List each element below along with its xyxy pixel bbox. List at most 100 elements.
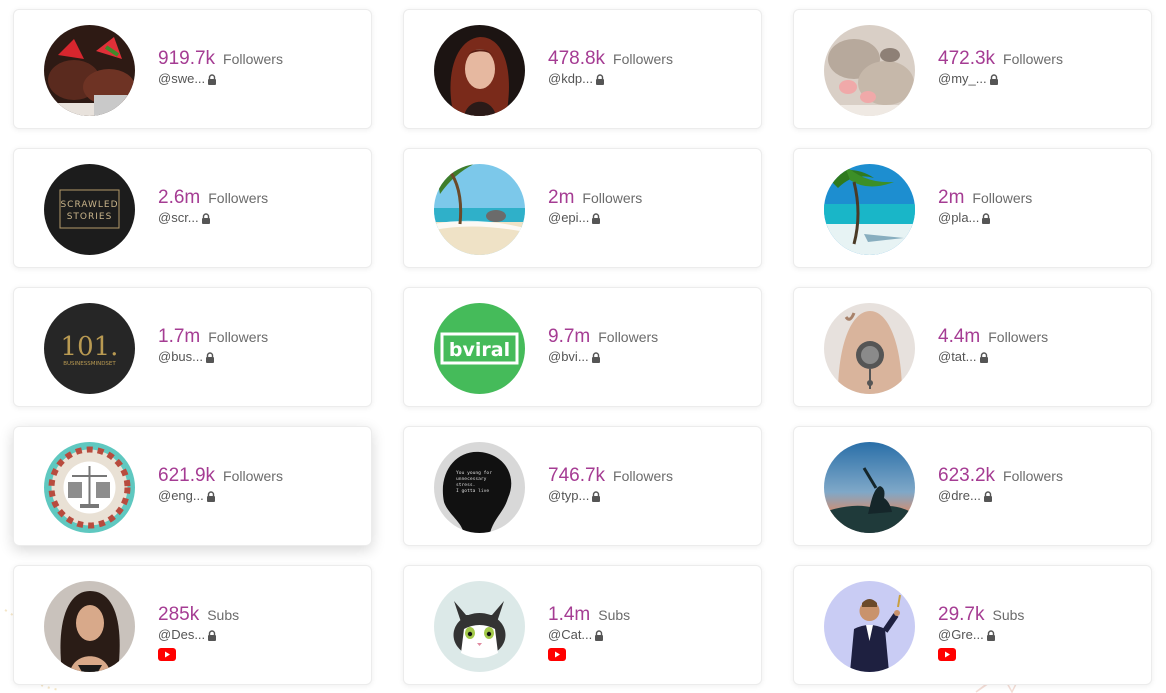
- lock-icon: [205, 351, 215, 363]
- account-handle: @tat...: [938, 349, 977, 364]
- account-handle: @bus...: [158, 349, 203, 364]
- follower-count: 1.7m: [158, 326, 201, 347]
- youtube-icon: [158, 648, 176, 661]
- lock-icon: [986, 629, 996, 641]
- avatar: [434, 164, 525, 255]
- account-handle: @bvi...: [548, 349, 589, 364]
- follower-count: 746.7k: [548, 465, 606, 486]
- follower-label: Followers: [598, 329, 659, 345]
- follower-count: 621.9k: [158, 465, 216, 486]
- follower-label: Followers: [988, 329, 1049, 345]
- avatar: [44, 442, 135, 533]
- quote-text: You young for: [456, 470, 492, 476]
- influencer-card[interactable]: 478.8k Followers @kdp...: [403, 9, 762, 129]
- logo-text: BUSINESSMINDSET: [63, 361, 116, 367]
- avatar: [434, 25, 525, 116]
- follower-label: Followers: [1003, 51, 1063, 67]
- follower-label: Followers: [208, 329, 269, 345]
- account-handle: @dre...: [938, 488, 981, 503]
- influencer-card[interactable]: 285k Subs @Des...: [13, 565, 372, 685]
- lock-icon: [983, 490, 993, 502]
- follower-label: Followers: [972, 190, 1033, 206]
- influencer-card[interactable]: 4.4m Followers @tat...: [793, 287, 1152, 407]
- follower-count: 472.3k: [938, 48, 996, 69]
- avatar: [824, 442, 915, 533]
- scrawled-stories-logo: SCRAWLED STORIES: [44, 164, 135, 255]
- lock-icon: [207, 629, 217, 641]
- palm-beach-photo-image: [824, 164, 915, 255]
- influencer-card[interactable]: 472.3k Followers @my_...: [793, 9, 1152, 129]
- logo-text: SCRAWLED: [60, 200, 118, 210]
- subscriber-count: 285k: [158, 604, 200, 625]
- lock-icon: [206, 490, 216, 502]
- avatar: [824, 581, 915, 672]
- follower-count: 2.6m: [158, 187, 201, 208]
- account-handle: @my_...: [938, 71, 987, 86]
- influencer-card[interactable]: bviral 9.7m Followers @bvi...: [403, 287, 762, 407]
- follower-label: Followers: [223, 468, 283, 484]
- beach-photo-image: [434, 164, 525, 255]
- avatar: [44, 581, 135, 672]
- follower-label: Followers: [1003, 468, 1063, 484]
- follower-count: 919.7k: [158, 48, 216, 69]
- subscriber-label: Subs: [598, 607, 631, 623]
- youtube-icon: [938, 648, 956, 661]
- account-handle: @pla...: [938, 210, 980, 225]
- dessert-photo-image: [44, 25, 135, 116]
- follower-count: 2m: [938, 187, 965, 208]
- influencer-card[interactable]: 919.7k Followers @swe...: [13, 9, 372, 129]
- influencer-card[interactable]: 2m Followers @pla...: [793, 148, 1152, 268]
- man-in-suit-image: [824, 581, 915, 672]
- avatar: You young for unnecessary stress. I gott…: [434, 442, 525, 533]
- follower-label: Followers: [582, 190, 643, 206]
- business-mindset-logo: 101. BUSINESSMINDSET: [44, 303, 135, 394]
- subscriber-count: 1.4m: [548, 604, 591, 625]
- subscriber-count: 29.7k: [938, 604, 985, 625]
- woman-portrait-image: [44, 581, 135, 672]
- avatar: [824, 25, 915, 116]
- lock-icon: [981, 212, 991, 224]
- influencer-card[interactable]: SCRAWLED STORIES 2.6m Followers @scr...: [13, 148, 372, 268]
- logo-text: 101.: [61, 332, 119, 362]
- follower-count: 9.7m: [548, 326, 591, 347]
- channel-handle: @Des...: [158, 627, 206, 642]
- channel-handle: @Cat...: [548, 627, 593, 642]
- lock-icon: [591, 212, 601, 224]
- follower-count: 4.4m: [938, 326, 981, 347]
- influencer-card[interactable]: 2m Followers @epi...: [403, 148, 762, 268]
- influencer-card[interactable]: 101. BUSINESSMINDSET 1.7m Followers @bus.…: [13, 287, 372, 407]
- lock-icon: [591, 351, 601, 363]
- follower-count: 478.8k: [548, 48, 606, 69]
- account-handle: @swe...: [158, 71, 206, 86]
- influencer-card[interactable]: 1.4m Subs @Cat...: [403, 565, 762, 685]
- youtube-icon: [548, 648, 566, 661]
- sky-silhouette-image: [824, 442, 915, 533]
- logo-text: bviral: [449, 339, 510, 361]
- avatar: [824, 303, 915, 394]
- lock-icon: [595, 73, 605, 85]
- quote-text: unnecessary: [456, 477, 487, 482]
- lock-icon: [201, 212, 211, 224]
- follower-label: Followers: [208, 190, 269, 206]
- channel-handle: @Gre...: [938, 627, 984, 642]
- account-handle: @typ...: [548, 488, 590, 503]
- avatar: 101. BUSINESSMINDSET: [44, 303, 135, 394]
- lock-icon: [207, 73, 217, 85]
- influencer-card[interactable]: 621.9k Followers @eng...: [13, 426, 372, 546]
- quote-text: stress.: [456, 482, 475, 488]
- influencer-card[interactable]: You young for unnecessary stress. I gott…: [403, 426, 762, 546]
- account-handle: @eng...: [158, 488, 204, 503]
- account-handle: @epi...: [548, 210, 590, 225]
- lock-icon: [591, 490, 601, 502]
- cartoon-cat-image: [434, 581, 525, 672]
- lock-icon: [979, 351, 989, 363]
- portrait-photo-image: [434, 25, 525, 116]
- influencer-grid: 919.7k Followers @swe... 478.8k Followers …: [0, 0, 1166, 693]
- logo-text: STORIES: [67, 212, 113, 222]
- lock-icon: [989, 73, 999, 85]
- engineering-illustration-image: [44, 442, 135, 533]
- influencer-card[interactable]: 623.2k Followers @dre...: [793, 426, 1152, 546]
- influencer-card[interactable]: 29.7k Subs @Gre...: [793, 565, 1152, 685]
- lock-icon: [594, 629, 604, 641]
- bviral-logo: bviral: [434, 303, 525, 394]
